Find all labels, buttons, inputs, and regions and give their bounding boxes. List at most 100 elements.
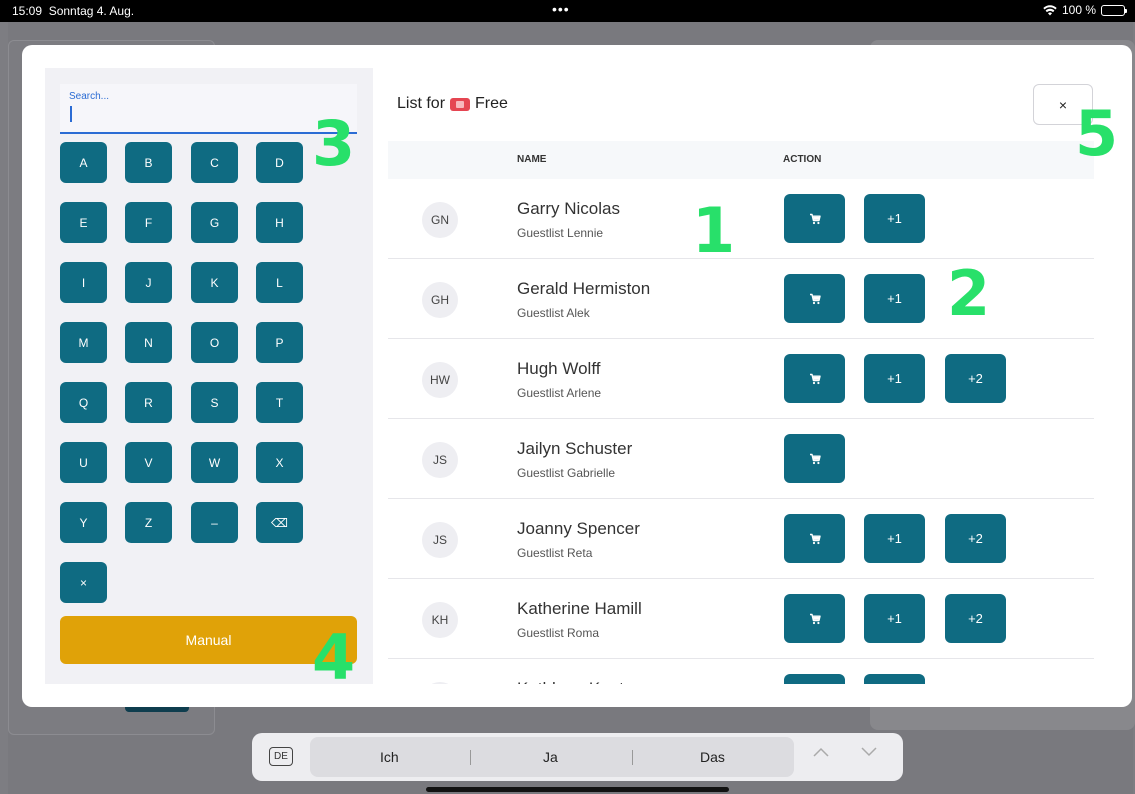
- key-l[interactable]: L: [256, 262, 303, 303]
- annotation-1: 1: [692, 194, 736, 267]
- key-h[interactable]: H: [256, 202, 303, 243]
- ticket-icon: [450, 97, 471, 111]
- add-to-cart-button[interactable]: [784, 674, 845, 684]
- avatar: KH: [422, 602, 458, 638]
- avatar: [422, 682, 458, 684]
- table-row: HW Hugh Wolff Guestlist Arlene +1 +2: [388, 339, 1094, 419]
- key-r[interactable]: R: [125, 382, 172, 423]
- home-indicator[interactable]: [426, 787, 729, 792]
- guest-name: Katherine Hamill: [517, 599, 642, 618]
- annotation-2: 2: [947, 257, 991, 330]
- avatar: JS: [422, 442, 458, 478]
- key-y[interactable]: Y: [60, 502, 107, 543]
- table-row: JS Joanny Spencer Guestlist Reta +1 +2: [388, 499, 1094, 579]
- table-row: Kathleen Kent +1: [388, 659, 1094, 684]
- avatar: GH: [422, 282, 458, 318]
- key-q[interactable]: Q: [60, 382, 107, 423]
- key-a[interactable]: A: [60, 142, 107, 183]
- close-icon: ×: [1058, 96, 1068, 113]
- key-f[interactable]: F: [125, 202, 172, 243]
- language-button[interactable]: DE: [269, 747, 293, 766]
- key-d[interactable]: D: [256, 142, 303, 183]
- suggestion-1[interactable]: Ich: [380, 749, 399, 765]
- plus-guest-button[interactable]: +1: [864, 194, 925, 243]
- plus-guest-button[interactable]: +1: [864, 674, 925, 684]
- chevron-down-icon[interactable]: [861, 747, 877, 757]
- plus-guest-button[interactable]: +1: [864, 514, 925, 563]
- key-n[interactable]: N: [125, 322, 172, 363]
- guestlist-modal: Search... A B C D E F G H I J K L M N O P Q R S T U V W X Y Z – ⌫ × …: [22, 45, 1132, 707]
- status-time-date: 15:09 Sonntag 4. Aug.: [12, 4, 134, 18]
- key-j[interactable]: J: [125, 262, 172, 303]
- plus-guest-button[interactable]: +2: [945, 354, 1006, 403]
- avatar: HW: [422, 362, 458, 398]
- key-x[interactable]: X: [256, 442, 303, 483]
- key-b[interactable]: B: [125, 142, 172, 183]
- battery-percent: 100 %: [1061, 3, 1096, 17]
- add-to-cart-button[interactable]: [784, 194, 845, 243]
- key-backspace[interactable]: ⌫: [256, 502, 303, 543]
- guest-list-label: Guestlist Reta: [517, 546, 593, 560]
- status-bar: 15:09 Sonntag 4. Aug. ••• 100 %: [0, 0, 1135, 22]
- add-to-cart-button[interactable]: [784, 434, 845, 483]
- key-i[interactable]: I: [60, 262, 107, 303]
- plus-guest-button[interactable]: +1: [864, 594, 925, 643]
- guest-list-label: Guestlist Lennie: [517, 226, 604, 240]
- key-s[interactable]: S: [191, 382, 238, 423]
- suggestion-strip: Ich Ja Das: [310, 737, 794, 777]
- table-row: KH Katherine Hamill Guestlist Roma +1 +2: [388, 579, 1094, 659]
- cart-icon: [809, 533, 821, 545]
- chevron-up-icon[interactable]: [813, 747, 829, 757]
- plus-guest-button[interactable]: +2: [945, 594, 1006, 643]
- plus-guest-button[interactable]: +1: [864, 354, 925, 403]
- add-to-cart-button[interactable]: [784, 594, 845, 643]
- guest-name: Joanny Spencer: [517, 519, 640, 538]
- plus-guest-button[interactable]: +2: [945, 514, 1006, 563]
- status-time: 15:09: [12, 4, 43, 18]
- key-z[interactable]: Z: [125, 502, 172, 543]
- key-g[interactable]: G: [191, 202, 238, 243]
- key-u[interactable]: U: [60, 442, 107, 483]
- cart-icon: [809, 213, 821, 225]
- plus-guest-button[interactable]: +1: [864, 274, 925, 323]
- status-date: Sonntag 4. Aug.: [48, 4, 135, 18]
- key-v[interactable]: V: [125, 442, 172, 483]
- key-w[interactable]: W: [191, 442, 238, 483]
- suggestion-3[interactable]: Das: [700, 749, 725, 765]
- battery-icon: [1101, 4, 1127, 16]
- key-p[interactable]: P: [256, 322, 303, 363]
- key-k[interactable]: K: [191, 262, 238, 303]
- key-e[interactable]: E: [60, 202, 107, 243]
- list-title-name: Free: [475, 95, 508, 112]
- add-to-cart-button[interactable]: [784, 514, 845, 563]
- cart-icon: [809, 453, 821, 465]
- guest-list-label: Guestlist Arlene: [517, 386, 602, 400]
- cart-icon: [809, 293, 821, 305]
- wifi-icon: [1043, 4, 1057, 15]
- header-name: NAME: [517, 154, 547, 165]
- annotation-4: 4: [312, 621, 356, 694]
- guest-list-label: Guestlist Gabrielle: [517, 466, 616, 480]
- table-row: GN Garry Nicolas Guestlist Lennie +1: [388, 179, 1094, 259]
- add-to-cart-button[interactable]: [784, 274, 845, 323]
- guest-name: Hugh Wolff: [517, 359, 601, 378]
- key-dash[interactable]: –: [191, 502, 238, 543]
- key-c[interactable]: C: [191, 142, 238, 183]
- suggestion-2[interactable]: Ja: [543, 749, 558, 765]
- multitask-dots[interactable]: •••: [552, 1, 570, 17]
- cart-icon: [809, 613, 821, 625]
- guest-name: Kathleen Kent: [517, 679, 624, 684]
- annotation-5: 5: [1075, 97, 1119, 170]
- suggestion-divider: [470, 750, 471, 765]
- search-label: Search...: [69, 91, 110, 102]
- key-t[interactable]: T: [256, 382, 303, 423]
- key-o[interactable]: O: [191, 322, 238, 363]
- key-clear[interactable]: ×: [60, 562, 107, 603]
- key-m[interactable]: M: [60, 322, 107, 363]
- text-caret: [70, 106, 72, 122]
- guest-name: Gerald Hermiston: [517, 279, 651, 298]
- list-title-prefix: List for: [397, 95, 446, 112]
- table-header: NAME ACTION: [388, 141, 1094, 179]
- add-to-cart-button[interactable]: [784, 354, 845, 403]
- list-title: List for Free: [397, 95, 508, 113]
